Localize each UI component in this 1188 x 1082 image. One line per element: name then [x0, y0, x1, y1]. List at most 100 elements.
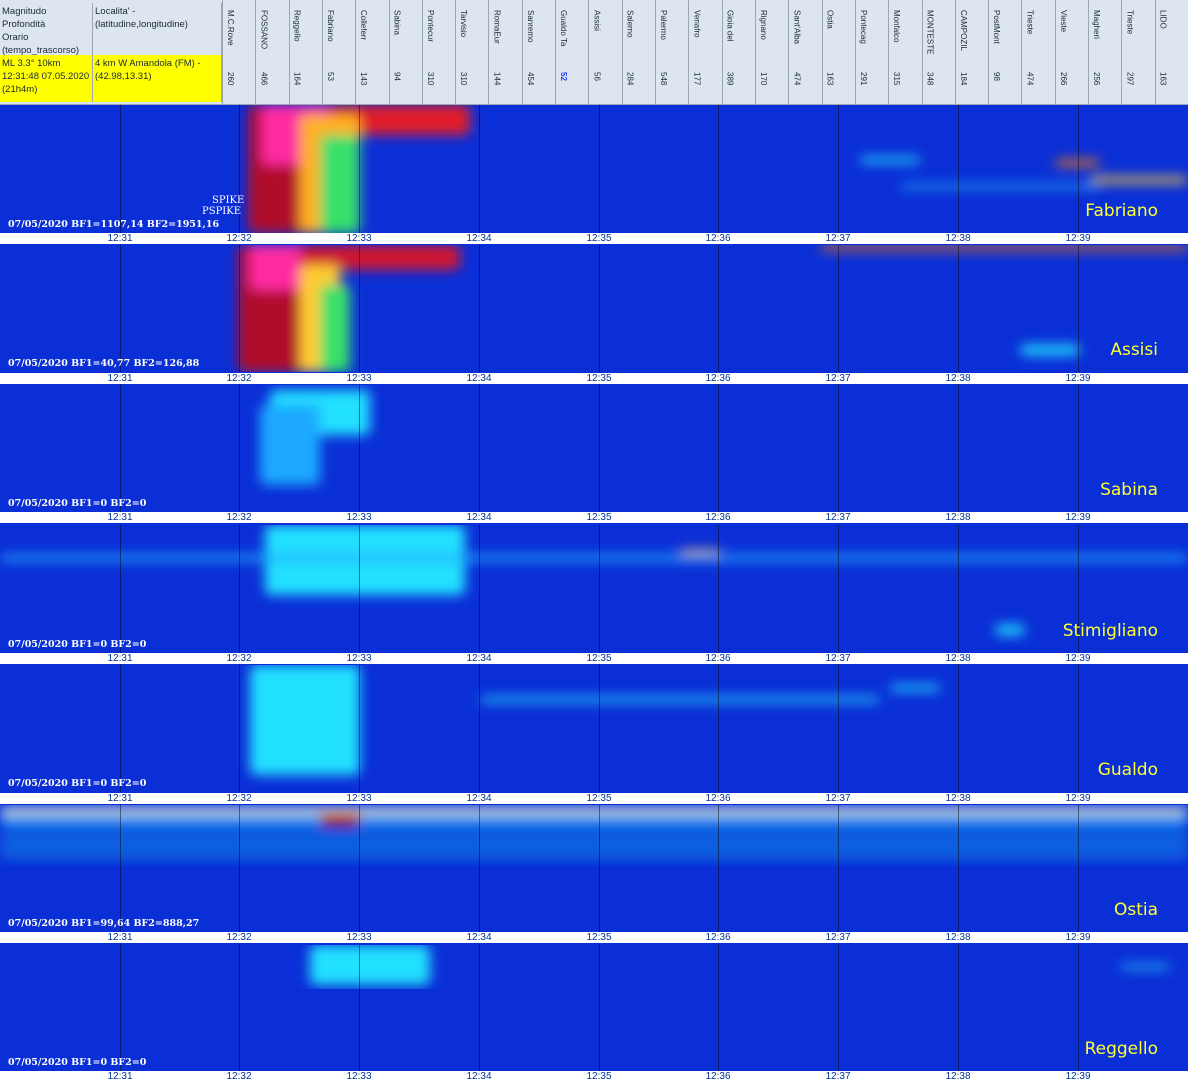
- station-column[interactable]: Tarvisio 310: [455, 0, 488, 104]
- time-gridline: [958, 525, 959, 653]
- time-tick-label: 12:32: [226, 512, 252, 523]
- time-tick-label: 12:31: [107, 653, 133, 664]
- station-column[interactable]: Ostia 163: [821, 0, 855, 104]
- time-tick-label: 12:31: [107, 373, 133, 384]
- spectrogram-energy-blob: [1020, 345, 1080, 355]
- event-location[interactable]: 4 km W Amandola (FM) - (42.98,13.31): [93, 55, 222, 102]
- time-gridline: [359, 805, 360, 932]
- event-coords: (42.98,13.31): [95, 71, 152, 82]
- time-axis: 12:31 12:32 12:33 12:34 12:35 12:36 12:37 12:38…: [0, 512, 1188, 523]
- station-column[interactable]: M.C.Rove 260: [222, 0, 255, 104]
- station-distance: 389: [725, 72, 735, 86]
- station-column[interactable]: Colleferr 143: [355, 0, 388, 104]
- station-name: Gualdo Ta: [559, 10, 569, 47]
- time-gridline: [838, 105, 839, 233]
- station-distance: 52: [559, 72, 569, 81]
- time-gridline: [239, 945, 240, 1071]
- time-gridline: [239, 525, 240, 653]
- event-place: 4 km W Amandola (FM) -: [95, 58, 201, 69]
- station-column[interactable]: PostMont 98: [988, 0, 1021, 104]
- station-distance: 315: [892, 72, 902, 86]
- station-header: Magnitudo Profondità Orario (tempo_trasc…: [0, 0, 1188, 105]
- event-elapsed: (21h4m): [2, 84, 38, 95]
- spectrogram-background: [0, 105, 1188, 233]
- spectrogram-panel[interactable]: 07/05/2020 BF1=40,77 BF2=126,88 Assisi: [0, 245, 1188, 372]
- time-tick-label: 12:34: [466, 233, 492, 244]
- time-gridline: [718, 945, 719, 1071]
- spectrogram-energy-blob: [1120, 965, 1170, 969]
- spectrogram-panel[interactable]: 07/05/2020 BF1=0 BF2=0 Sabina: [0, 385, 1188, 512]
- time-tick-label: 12:34: [466, 512, 492, 523]
- station-column[interactable]: Magheri 256: [1088, 0, 1121, 104]
- time-gridline: [120, 805, 121, 932]
- time-tick-label: 12:31: [107, 1071, 133, 1082]
- station-column[interactable]: Monfalco 315: [888, 0, 921, 104]
- station-label: Stimigliano: [1062, 621, 1158, 641]
- station-column[interactable]: Trieste 297: [1121, 0, 1154, 104]
- station-distance: 348: [925, 72, 935, 86]
- station-column[interactable]: Sabina 94: [388, 0, 422, 104]
- spectrogram-energy-blob: [820, 245, 1188, 250]
- time-gridline: [359, 525, 360, 653]
- station-column[interactable]: Fabriano 53: [321, 0, 355, 104]
- time-gridline: [479, 665, 480, 792]
- station-name: CAMPOZIL: [958, 10, 968, 51]
- station-column[interactable]: Gualdo Ta 52: [555, 0, 588, 104]
- spectrogram-image: [0, 945, 1188, 1071]
- station-distance: 170: [758, 72, 768, 86]
- spectrogram-background: [0, 385, 1188, 512]
- station-column[interactable]: Venafro 177: [688, 0, 721, 104]
- event-info[interactable]: ML 3.3° 10km 12:31:48 07.05.2020 (21h4m): [0, 55, 93, 102]
- station-name: Colleferr: [359, 10, 369, 41]
- time-gridline: [479, 945, 480, 1071]
- time-gridline: [958, 105, 959, 233]
- spectrogram-panel[interactable]: 07/05/2020 BF1=0 BF2=0 Stimigliano: [0, 525, 1188, 653]
- time-gridline: [479, 805, 480, 932]
- time-axis: 12:31 12:32 12:33 12:34 12:35 12:36 12:37 12:38…: [0, 793, 1188, 804]
- station-column[interactable]: RomaEur 144: [488, 0, 521, 104]
- spectrogram-energy-blob: [320, 135, 360, 233]
- bf-readout: 07/05/2020 BF1=0 BF2=0: [8, 778, 147, 789]
- station-column[interactable]: Sant'Alba 474: [788, 0, 821, 104]
- time-tick-label: 12:32: [226, 373, 252, 384]
- station-column[interactable]: CAMPOZIL 184: [954, 0, 988, 104]
- time-gridline: [120, 245, 121, 372]
- station-column[interactable]: Pontecag 291: [854, 0, 888, 104]
- time-gridline: [599, 805, 600, 932]
- station-distance: 466: [259, 72, 269, 86]
- time-gridline: [239, 245, 240, 372]
- station-column[interactable]: Salerno 284: [621, 0, 655, 104]
- station-column[interactable]: Sanremo 454: [521, 0, 555, 104]
- spectrogram-image: [0, 665, 1188, 792]
- station-name: Vieste: [1058, 10, 1068, 33]
- bf-readout: 07/05/2020 BF1=99,64 BF2=888,27: [8, 918, 200, 929]
- station-column[interactable]: Assisi 56: [588, 0, 621, 104]
- station-distance: 163: [825, 72, 835, 86]
- station-column[interactable]: Rignano 170: [754, 0, 788, 104]
- station-name: M.C.Rove: [226, 10, 235, 46]
- station-column[interactable]: Gioia del 389: [721, 0, 755, 104]
- spectrogram-panel[interactable]: 07/05/2020 BF1=0 BF2=0 Reggello: [0, 945, 1188, 1071]
- station-column[interactable]: MONTESTE 348: [921, 0, 955, 104]
- station-column[interactable]: Vieste 266: [1054, 0, 1088, 104]
- station-column[interactable]: Trieste 474: [1021, 0, 1054, 104]
- spectrogram-panel[interactable]: 07/05/2020 BF1=0 BF2=0 Gualdo: [0, 665, 1188, 792]
- time-tick-label: 12:36: [705, 233, 731, 244]
- time-gridline: [239, 665, 240, 792]
- time-axis: 12:31 12:32 12:33 12:34 12:35 12:36 12:37 12:38…: [0, 653, 1188, 664]
- spectrogram-panel[interactable]: 07/05/2020 BF1=99,64 BF2=888,27 Ostia: [0, 805, 1188, 932]
- station-column[interactable]: FOSSANO 466: [255, 0, 288, 104]
- station-column[interactable]: Pontecur 310: [421, 0, 455, 104]
- time-tick-label: 12:32: [226, 1071, 252, 1082]
- time-tick-label: 12:35: [586, 932, 612, 943]
- station-name: MONTESTE: [925, 10, 935, 55]
- station-column[interactable]: Palermo 548: [655, 0, 688, 104]
- station-name: Sant'Alba: [792, 10, 802, 44]
- spectrogram-panel[interactable]: 07/05/2020 BF1=1107,14 BF2=1951,16 Fabria…: [0, 105, 1188, 233]
- station-column[interactable]: Reggello 164: [288, 0, 322, 104]
- station-column[interactable]: LIDO 163: [1154, 0, 1188, 104]
- spectrogram-image: [0, 525, 1188, 653]
- time-tick-label: 12:33: [346, 233, 372, 244]
- time-gridline: [1078, 665, 1079, 792]
- time-tick-label: 12:34: [466, 793, 492, 804]
